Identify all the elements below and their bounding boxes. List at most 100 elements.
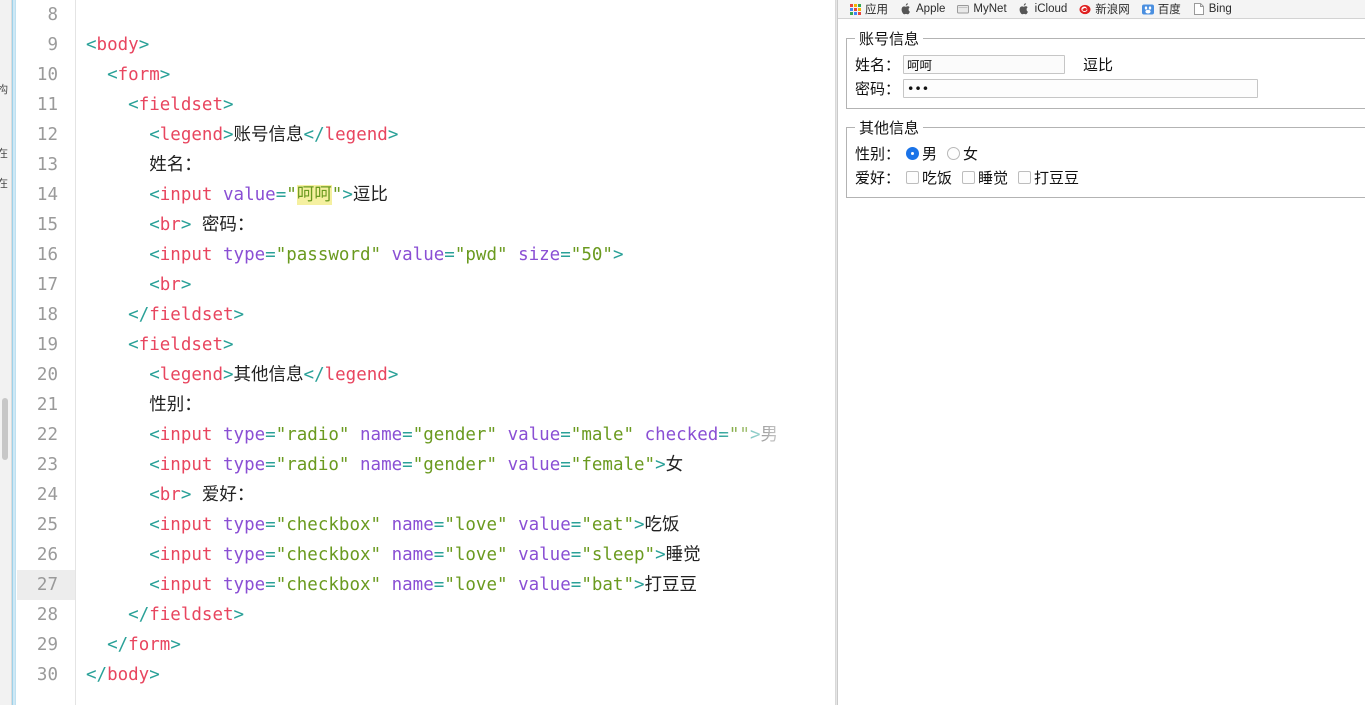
code-line-text[interactable]: <form>: [75, 60, 835, 90]
code-line[interactable]: 27 <input type="checkbox" name="love" va…: [17, 570, 835, 600]
code-line[interactable]: 25 <input type="checkbox" name="love" va…: [17, 510, 835, 540]
code-lines-container[interactable]: 8 9 <body> 10 <form> 11 <fieldset> 12 <legend…: [17, 0, 835, 690]
code-token: size: [518, 245, 561, 265]
code-line-text[interactable]: </fieldset>: [75, 600, 835, 630]
code-line[interactable]: 20 <legend>其他信息</legend>: [17, 360, 835, 390]
code-line-text[interactable]: <input value="呵呵">逗比: [75, 180, 835, 210]
code-token: <: [149, 245, 160, 265]
code-line[interactable]: 10 <form>: [17, 60, 835, 90]
code-line-text[interactable]: 姓名：: [75, 150, 835, 180]
line-number: 26: [36, 545, 58, 565]
name-input[interactable]: [903, 54, 1066, 74]
code-line-text[interactable]: </form>: [75, 630, 835, 660]
code-line-text[interactable]: <input type="radio" name="gender" value=…: [75, 450, 835, 480]
code-token: </: [107, 635, 129, 655]
bookmark-item[interactable]: Apple: [895, 2, 950, 16]
code-line[interactable]: 9 <body>: [17, 30, 835, 60]
code-token: 姓名：: [86, 155, 202, 175]
line-number: 21: [36, 395, 58, 415]
code-line-text[interactable]: <br> 密码：: [75, 210, 835, 240]
bookmark-item[interactable]: Bing: [1188, 2, 1237, 16]
code-line[interactable]: 16 <input type="password" value="pwd" si…: [17, 240, 835, 270]
code-line[interactable]: 29 </form>: [17, 630, 835, 660]
code-line[interactable]: 19 <fieldset>: [17, 330, 835, 360]
code-line[interactable]: 24 <br> 爱好：: [17, 480, 835, 510]
code-line-text[interactable]: <br>: [75, 270, 835, 300]
hobby-checkbox[interactable]: [906, 170, 920, 184]
bookmark-item[interactable]: 百度: [1137, 0, 1186, 18]
code-token: value: [518, 545, 571, 565]
code-token: >: [342, 185, 353, 205]
code-token: =: [433, 515, 445, 535]
code-line-text[interactable]: <input type="checkbox" name="love" value…: [75, 510, 835, 540]
code-line[interactable]: 12 <legend>账号信息</legend>: [17, 120, 835, 150]
code-line[interactable]: 17 <br>: [17, 270, 835, 300]
code-line[interactable]: 15 <br> 密码：: [17, 210, 835, 240]
code-token: =: [444, 245, 455, 265]
code-line[interactable]: 18 </fieldset>: [17, 300, 835, 330]
ide-tool-strip[interactable]: 构 在 在: [0, 0, 12, 705]
line-number: 30: [36, 665, 58, 685]
code-line-text[interactable]: </fieldset>: [75, 300, 835, 330]
hobby-checkbox[interactable]: [1018, 170, 1032, 184]
code-line[interactable]: 26 <input type="checkbox" name="love" va…: [17, 540, 835, 570]
code-editor[interactable]: 8 9 <body> 10 <form> 11 <fieldset> 12 <legend…: [17, 0, 835, 705]
strip-label-2[interactable]: 在: [0, 148, 8, 160]
bookmark-label: 百度: [1157, 4, 1181, 16]
row-name: 姓名： 逗比: [855, 52, 1365, 76]
code-token: <: [107, 65, 118, 85]
code-token: =: [570, 515, 582, 535]
line-number: 29: [36, 635, 58, 655]
strip-label-1[interactable]: 构: [0, 84, 8, 96]
hobby-checkbox-group[interactable]: 吃饭 睡觉 打豆豆: [900, 167, 1083, 188]
code-line-text[interactable]: <input type="password" value="pwd" size=…: [75, 240, 835, 270]
scrollbar-thumb[interactable]: [2, 398, 8, 460]
code-token: br: [159, 215, 181, 235]
code-line-text[interactable]: <fieldset>: [75, 90, 835, 120]
code-line-text[interactable]: 性别：: [75, 390, 835, 420]
gender-radio-group[interactable]: 男女: [900, 143, 982, 164]
password-input[interactable]: [903, 78, 1259, 98]
bookmark-item[interactable]: 应用: [844, 0, 893, 18]
code-token: "radio": [275, 455, 350, 475]
code-token: value: [223, 185, 276, 205]
code-line-text[interactable]: <legend>账号信息</legend>: [75, 120, 835, 150]
code-token: name: [391, 515, 434, 535]
code-line[interactable]: 23 <input type="radio" name="gender" val…: [17, 450, 835, 480]
code-line-text[interactable]: <br> 爱好：: [75, 480, 835, 510]
line-number: 19: [36, 335, 58, 355]
code-line-text[interactable]: [75, 0, 835, 30]
bookmark-item[interactable]: MyNet: [952, 2, 1011, 16]
bookmark-item[interactable]: iCloud: [1014, 2, 1073, 16]
code-token: ": [331, 185, 343, 205]
code-line-text[interactable]: <fieldset>: [75, 330, 835, 360]
code-line[interactable]: 14 <input value="呵呵">逗比: [17, 180, 835, 210]
code-line-text[interactable]: <input type="radio" name="gender" value=…: [75, 420, 835, 450]
code-line[interactable]: 28 </fieldset>: [17, 600, 835, 630]
code-line-text[interactable]: <input type="checkbox" name="love" value…: [75, 570, 835, 600]
code-line-text[interactable]: <input type="checkbox" name="love" value…: [75, 540, 835, 570]
hobby-checkbox[interactable]: [962, 170, 976, 184]
apple-logo-icon: [1019, 3, 1031, 15]
line-number: 10: [36, 65, 58, 85]
code-token: <: [149, 275, 160, 295]
code-line[interactable]: 11 <fieldset>: [17, 90, 835, 120]
code-line-text[interactable]: <legend>其他信息</legend>: [75, 360, 835, 390]
gender-radio[interactable]: [906, 146, 920, 160]
bookmark-item[interactable]: 新浪网: [1074, 0, 1135, 18]
code-line[interactable]: 22 <input type="radio" name="gender" val…: [17, 420, 835, 450]
code-line[interactable]: 8: [17, 0, 835, 30]
code-line[interactable]: 13 姓名：: [17, 150, 835, 180]
gender-radio[interactable]: [947, 146, 961, 160]
code-line-text[interactable]: <body>: [75, 30, 835, 60]
code-token: 男: [760, 425, 779, 445]
bookmark-bar[interactable]: 应用 Apple MyNet iCloud 新浪网 百度 Bing: [838, 0, 1365, 19]
code-line-text[interactable]: </body>: [75, 660, 835, 690]
row-password: 密码：: [855, 76, 1365, 100]
code-token: value: [391, 245, 445, 265]
strip-label-3[interactable]: 在: [0, 178, 8, 190]
code-line[interactable]: 30 </body>: [17, 660, 835, 690]
code-line[interactable]: 21 性别：: [17, 390, 835, 420]
